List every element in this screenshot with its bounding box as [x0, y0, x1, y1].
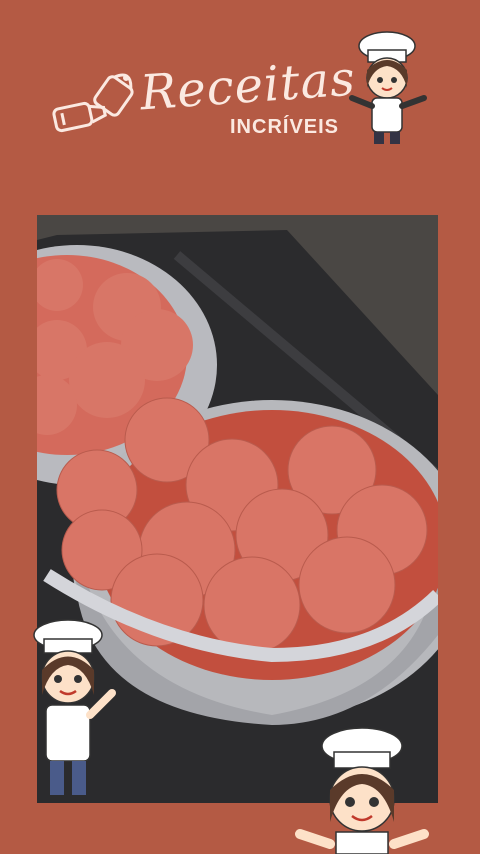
chef-mascot-icon: [349, 31, 427, 144]
header: Receitas INCRÍVEIS: [0, 0, 480, 200]
chef-mascot-icon: [295, 727, 429, 854]
chef-mascot-icon: [33, 619, 116, 795]
brand-subtitle: INCRÍVEIS: [230, 116, 340, 138]
